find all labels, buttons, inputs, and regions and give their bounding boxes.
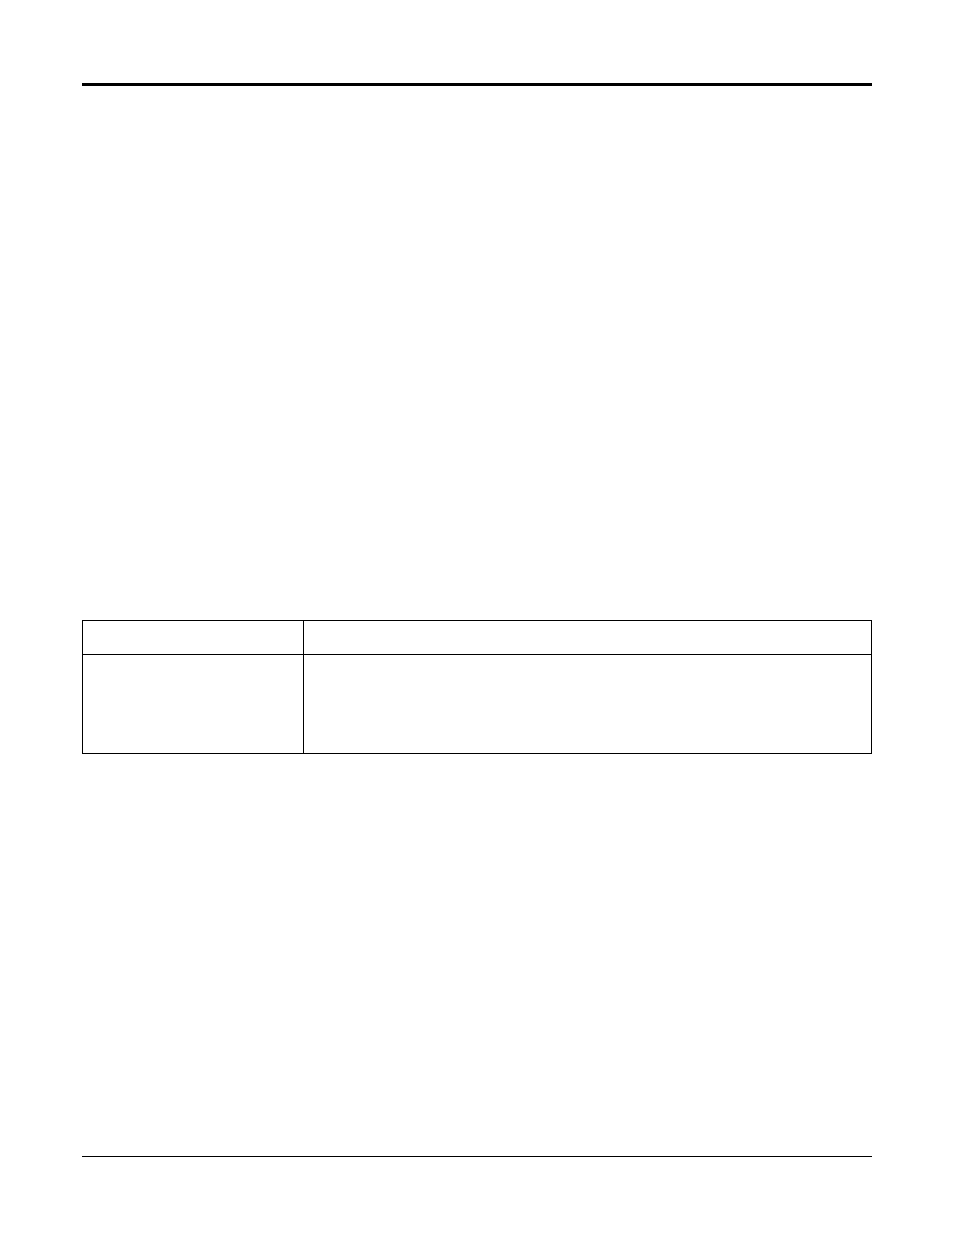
paragraph-1-lead: Amniocentesis <box>82 269 174 286</box>
list-item: Preservice or concurrent for other indic… <box>344 720 861 741</box>
footer-proprietary: Proprietary <box>736 1163 811 1180</box>
criteria-list: Preservice for genetic amniocentesis. Co… <box>324 667 861 741</box>
paragraph-1-body: is a diagnostic procedure used to obtain… <box>82 269 869 329</box>
paragraph-4: Maturity amniocentesis. This test determ… <box>82 518 872 561</box>
page-root: Chapter 11 Maternity and Complications o… <box>0 0 954 1235</box>
page-header: Chapter 11 Maternity and Complications o… <box>82 55 872 77</box>
header-right: Maternity and Complications of Pregnancy <box>612 55 872 75</box>
list-item: Prenatal screening tests, such as matern… <box>120 423 872 445</box>
paragraph-2: Amniocentesis may be performed for sever… <box>82 340 872 362</box>
section-heading: 11.7. Prenatal Diagnostic Procedures <box>82 120 872 151</box>
criteria-table: Inputs Criteria Review Type Preservice f… <box>82 620 872 754</box>
table-caption: Table 11.7.1-A Amniocentesis <box>82 587 872 610</box>
list-item: A previous pregnancy was affected by a c… <box>120 454 872 476</box>
section-body: 11.7. Prenatal Diagnostic Procedures 11.… <box>82 120 872 754</box>
table-header-criteria: Criteria <box>304 621 872 655</box>
table-cell-criteria: Preservice for genetic amniocentesis. Co… <box>304 654 872 753</box>
table-cell-inputs: Review Type <box>83 654 304 753</box>
paragraph-1: Amniocentesis is a diagnostic procedure … <box>82 267 872 332</box>
table-row: Review Type Preservice for genetic amnio… <box>83 654 872 753</box>
paragraph-3-lead: Genetic amniocentesis. <box>82 372 230 389</box>
table-header-inputs: Inputs <box>83 621 304 655</box>
list-item: The mother is older than 35, which raise… <box>120 486 872 508</box>
bullet-list: Prenatal screening tests, such as matern… <box>100 423 872 508</box>
list-item: Preservice for genetic amniocentesis. <box>344 667 861 688</box>
header-left: Chapter 11 <box>82 57 149 73</box>
footer-rule <box>82 1156 872 1157</box>
paragraph-4-lead: Maturity amniocentesis. <box>82 520 237 537</box>
footer-page-number: 1 of 5 <box>82 1162 119 1183</box>
footer-right: Proprietary V.2014 <box>736 1162 872 1183</box>
header-rule <box>82 83 872 86</box>
list-item: Concurrent for fetal lung maturity testi… <box>344 694 861 715</box>
subsection-heading: 11.7.1. Amniocentesis <box>82 181 872 210</box>
paragraph-3: Genetic amniocentesis. Genetic amniocent… <box>82 370 872 413</box>
table-header-row: Inputs Criteria <box>83 621 872 655</box>
footer-version: V.2014 <box>827 1163 873 1180</box>
descriptor-heading: Description <box>82 236 872 259</box>
